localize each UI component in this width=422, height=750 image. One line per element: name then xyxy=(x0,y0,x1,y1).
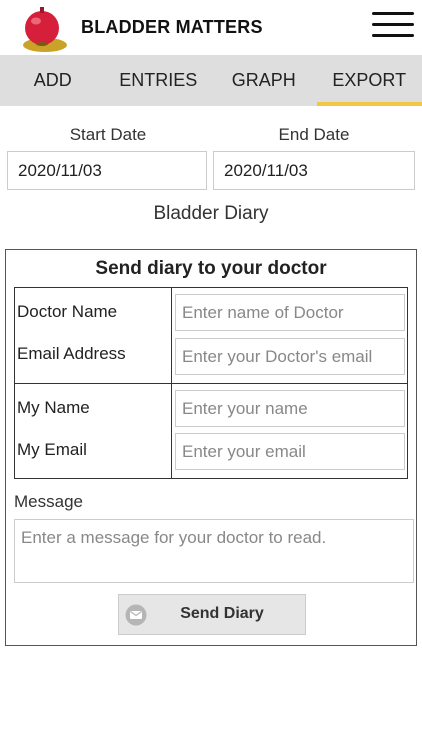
email-address-label: Email Address xyxy=(17,344,126,363)
bladder-logo-icon xyxy=(23,7,67,52)
start-date-label: Start Date xyxy=(69,125,147,144)
diary-title: Bladder Diary xyxy=(153,203,269,224)
my-email-input[interactable]: Enter your email xyxy=(175,433,405,470)
tab-bar: ADD ENTRIES GRAPH EXPORT xyxy=(0,55,422,106)
panel-title: Send diary to your doctor xyxy=(95,258,327,279)
tab-entries[interactable]: ENTRIES xyxy=(106,55,212,106)
send-diary-label: Send Diary xyxy=(180,605,264,622)
send-diary-panel: Send diary to your doctor Doctor Name En… xyxy=(5,249,417,646)
tab-export[interactable]: EXPORT xyxy=(316,55,422,106)
grid-divider xyxy=(15,383,407,384)
my-name-input[interactable]: Enter your name xyxy=(175,390,405,427)
app-title: BLADDER MATTERS xyxy=(81,17,263,37)
hamburger-menu-icon[interactable] xyxy=(372,12,414,40)
message-textarea[interactable]: Enter a message for your doctor to read. xyxy=(14,519,414,583)
doctor-email-input[interactable]: Enter your Doctor's email xyxy=(175,338,405,375)
my-email-label: My Email xyxy=(17,440,87,459)
app-header: BLADDER MATTERS xyxy=(0,0,422,55)
doctor-name-label: Doctor Name xyxy=(17,302,118,321)
my-name-label: My Name xyxy=(17,398,90,417)
tab-graph[interactable]: GRAPH xyxy=(211,55,317,106)
start-date-field[interactable]: 2020/11/03 xyxy=(7,151,207,190)
message-label: Message xyxy=(14,492,83,511)
end-date-field[interactable]: 2020/11/03 xyxy=(213,151,415,190)
tab-add[interactable]: ADD xyxy=(0,55,106,106)
end-date-label: End Date xyxy=(278,125,350,144)
send-diary-button[interactable]: Send Diary xyxy=(118,594,306,635)
contact-grid: Doctor Name Enter name of Doctor Email A… xyxy=(14,287,408,479)
doctor-name-input[interactable]: Enter name of Doctor xyxy=(175,294,405,331)
